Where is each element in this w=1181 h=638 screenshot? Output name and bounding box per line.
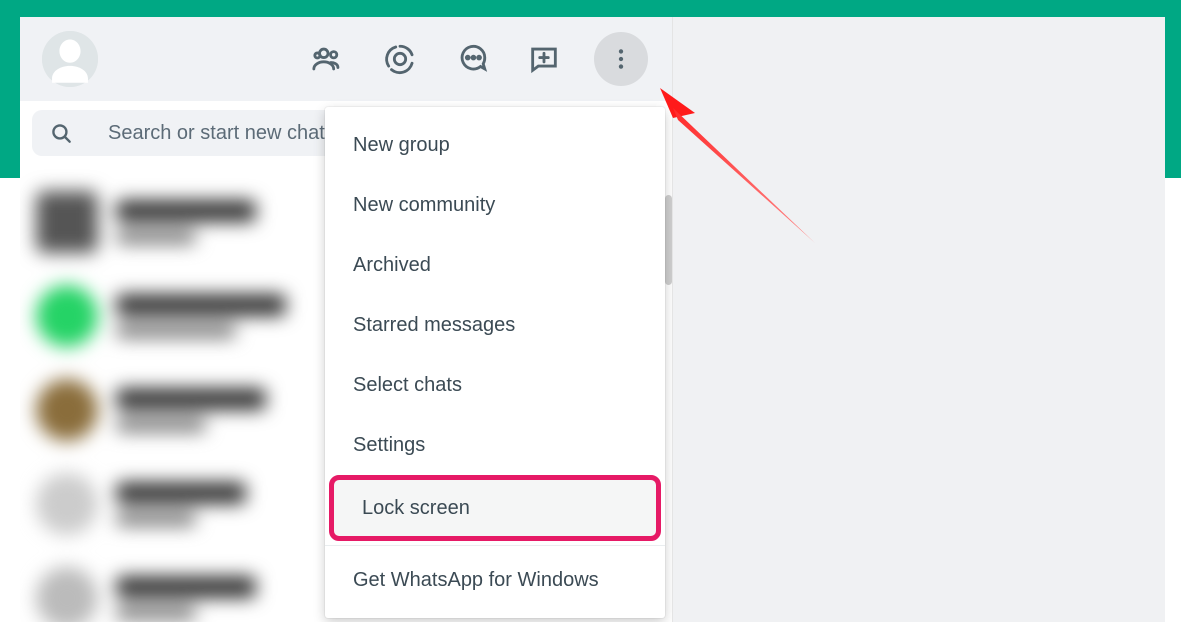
menu-item-new-community[interactable]: New community [325, 175, 665, 235]
main-menu-dropdown: New group New community Archived Starred… [325, 107, 665, 618]
profile-avatar[interactable] [42, 31, 98, 87]
menu-item-label: Settings [353, 434, 425, 457]
status-icon[interactable] [383, 42, 417, 76]
menu-item-label: New community [353, 194, 495, 217]
app-window: New group New community Archived Starred… [20, 17, 1165, 622]
menu-item-label: Select chats [353, 374, 462, 397]
search-icon [48, 120, 74, 146]
menu-separator [325, 545, 665, 546]
menu-item-settings[interactable]: Settings [325, 415, 665, 475]
kebab-icon [608, 46, 634, 72]
menu-item-select-chats[interactable]: Select chats [325, 355, 665, 415]
menu-item-get-desktop[interactable]: Get WhatsApp for Windows [325, 550, 665, 610]
communities-icon[interactable] [311, 42, 345, 76]
chat-panel: New group New community Archived Starred… [20, 17, 673, 622]
menu-item-label: Starred messages [353, 314, 515, 337]
scrollbar-thumb[interactable] [665, 195, 672, 285]
menu-item-new-group[interactable]: New group [325, 115, 665, 175]
new-chat-icon[interactable] [455, 42, 489, 76]
menu-item-label: Lock screen [362, 497, 470, 520]
menu-button[interactable] [594, 32, 648, 86]
chat-panel-header [20, 17, 672, 101]
menu-item-label: Archived [353, 254, 431, 277]
channels-icon[interactable] [527, 42, 561, 76]
menu-item-archived[interactable]: Archived [325, 235, 665, 295]
menu-item-label: Get WhatsApp for Windows [353, 569, 599, 592]
menu-item-starred-messages[interactable]: Starred messages [325, 295, 665, 355]
menu-item-label: New group [353, 134, 450, 157]
avatar-icon [42, 31, 98, 87]
menu-item-lock-screen[interactable]: Lock screen [329, 475, 661, 541]
conversation-panel-empty [673, 17, 1165, 622]
